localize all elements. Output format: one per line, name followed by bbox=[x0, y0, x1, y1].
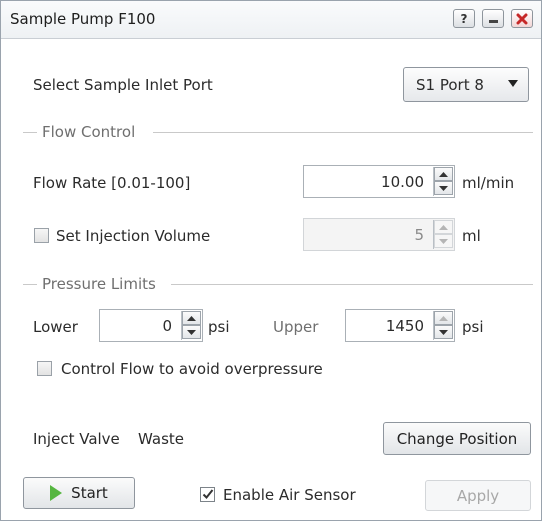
upper-limit-value: 1450 bbox=[385, 317, 424, 335]
sample-pump-window: Sample Pump F100 ? Select Sample Inlet P… bbox=[0, 0, 542, 521]
flow-rate-increment[interactable] bbox=[434, 167, 453, 181]
upper-limit-increment[interactable] bbox=[434, 311, 453, 325]
minimize-button[interactable] bbox=[482, 9, 504, 28]
triangle-up-icon bbox=[187, 315, 196, 321]
lower-limit-label: Lower bbox=[33, 318, 78, 336]
title-bar: Sample Pump F100 ? bbox=[1, 1, 541, 39]
change-position-label: Change Position bbox=[396, 429, 518, 448]
control-flow-label: Control Flow to avoid overpressure bbox=[61, 360, 323, 378]
inlet-port-dropdown[interactable]: S1 Port 8 bbox=[403, 67, 529, 102]
inject-valve-label: Inject Valve bbox=[33, 430, 120, 448]
air-sensor-label: Enable Air Sensor bbox=[223, 486, 356, 504]
pressure-limits-group-label: Pressure Limits bbox=[42, 275, 156, 293]
air-sensor-checkbox[interactable] bbox=[200, 487, 215, 502]
apply-label: Apply bbox=[456, 486, 500, 505]
triangle-up-icon bbox=[439, 315, 448, 321]
injection-volume-checkbox[interactable] bbox=[34, 228, 49, 243]
pressure-limits-divider-left bbox=[23, 284, 37, 285]
flow-control-divider-left bbox=[23, 132, 37, 133]
inlet-port-value: S1 Port 8 bbox=[416, 76, 484, 94]
flow-rate-decrement[interactable] bbox=[434, 181, 453, 195]
inject-valve-state: Waste bbox=[138, 430, 184, 448]
injection-volume-spinner bbox=[433, 220, 453, 249]
injection-volume-decrement[interactable] bbox=[434, 234, 453, 248]
flow-control-divider-right bbox=[153, 132, 533, 133]
flow-rate-spinner bbox=[433, 167, 453, 196]
question-mark-icon: ? bbox=[460, 11, 468, 26]
upper-limit-decrement[interactable] bbox=[434, 325, 453, 339]
upper-limit-unit: psi bbox=[462, 318, 484, 336]
lower-limit-decrement[interactable] bbox=[182, 325, 201, 339]
minimize-icon bbox=[488, 20, 498, 23]
checkmark-icon bbox=[202, 489, 214, 499]
flow-rate-label: Flow Rate [0.01-100] bbox=[33, 174, 191, 192]
start-button[interactable]: Start bbox=[23, 477, 135, 509]
injection-volume-input[interactable]: 5 bbox=[303, 218, 455, 251]
change-position-button[interactable]: Change Position bbox=[383, 422, 531, 455]
injection-volume-increment[interactable] bbox=[434, 220, 453, 234]
lower-limit-spinner bbox=[181, 311, 201, 340]
flow-control-group-label: Flow Control bbox=[42, 123, 136, 141]
triangle-down-icon bbox=[439, 238, 448, 244]
triangle-down-icon bbox=[187, 329, 196, 335]
flow-rate-value: 10.00 bbox=[381, 173, 424, 191]
triangle-up-icon bbox=[439, 171, 448, 177]
apply-button[interactable]: Apply bbox=[425, 480, 531, 511]
lower-limit-unit: psi bbox=[208, 318, 230, 336]
injection-volume-value: 5 bbox=[414, 226, 424, 244]
injection-volume-label: Set Injection Volume bbox=[56, 227, 211, 245]
lower-limit-value: 0 bbox=[162, 317, 172, 335]
flow-rate-input[interactable]: 10.00 bbox=[303, 165, 455, 198]
help-button[interactable]: ? bbox=[453, 9, 475, 28]
upper-limit-spinner bbox=[433, 311, 453, 340]
play-icon bbox=[50, 485, 63, 501]
upper-limit-input[interactable]: 1450 bbox=[345, 309, 455, 342]
triangle-down-icon bbox=[439, 329, 448, 335]
chevron-down-icon bbox=[508, 80, 518, 87]
inlet-port-label: Select Sample Inlet Port bbox=[33, 76, 213, 94]
upper-limit-label: Upper bbox=[273, 318, 319, 336]
triangle-up-icon bbox=[439, 224, 448, 230]
pressure-limits-divider-right bbox=[171, 284, 533, 285]
close-x-icon bbox=[516, 13, 528, 24]
start-label: Start bbox=[71, 484, 108, 502]
flow-rate-unit: ml/min bbox=[462, 174, 515, 192]
triangle-down-icon bbox=[439, 185, 448, 191]
lower-limit-increment[interactable] bbox=[182, 311, 201, 325]
lower-limit-input[interactable]: 0 bbox=[99, 309, 203, 342]
window-title: Sample Pump F100 bbox=[10, 10, 156, 28]
control-flow-checkbox[interactable] bbox=[37, 361, 52, 376]
close-button[interactable] bbox=[511, 9, 533, 28]
injection-volume-unit: ml bbox=[462, 227, 481, 245]
